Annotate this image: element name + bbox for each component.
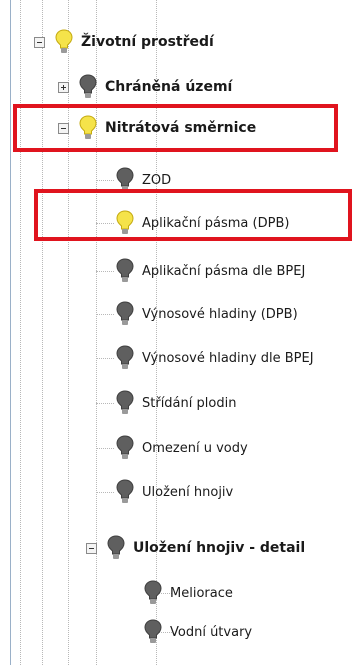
- tree-connector: [96, 448, 114, 449]
- plus-box-icon[interactable]: [58, 81, 69, 93]
- lightbulb-off-icon: [116, 390, 134, 414]
- lightbulb-off-icon: [116, 479, 134, 503]
- tree-leaf-label: Aplikační pásma dle BPEJ: [142, 263, 306, 279]
- tree-connector: [96, 492, 114, 493]
- tree-node-label: Uložení hnojiv - detail: [133, 540, 306, 556]
- tree-leaf-vynosove-hladiny-bpej[interactable]: Výnosové hladiny dle BPEJ: [116, 343, 314, 373]
- highlight-box-aplikacni-pasma: [34, 189, 352, 241]
- tree-leaf-aplikacni-pasma-bpej[interactable]: Aplikační pásma dle BPEJ: [116, 256, 305, 286]
- tree-node-zivotni-prostredi[interactable]: Životní prostředí: [34, 27, 214, 57]
- tree-guide-line: [20, 0, 21, 665]
- tree-leaf-label: Omezení u vody: [142, 440, 248, 456]
- tree-node-label: Životní prostředí: [81, 34, 214, 50]
- tree-leaf-label: Uložení hnojiv: [142, 484, 234, 500]
- tree-leaf-vynosove-hladiny-dpb[interactable]: Výnosové hladiny (DPB): [116, 299, 298, 329]
- tree-connector: [96, 358, 114, 359]
- tree-leaf-label: Výnosové hladiny dle BPEJ: [142, 350, 314, 366]
- lightbulb-off-icon: [79, 74, 97, 98]
- highlight-box-nitratova-smernice: [13, 104, 338, 152]
- tree-leaf-label: Vodní útvary: [170, 624, 253, 640]
- tree-leaf-meliorace[interactable]: Meliorace: [144, 578, 233, 608]
- lightbulb-off-icon: [116, 345, 134, 369]
- tree-leaf-label: Výnosové hladiny (DPB): [142, 306, 298, 322]
- minus-box-icon[interactable]: [34, 36, 45, 48]
- lightbulb-off-icon: [107, 535, 125, 559]
- tree-guide-line: [42, 0, 43, 665]
- lightbulb-off-icon: [116, 301, 134, 325]
- tree-leaf-omezeni-u-vody[interactable]: Omezení u vody: [116, 433, 248, 463]
- tree-connector: [96, 180, 114, 181]
- tree-node-chranena-uzemi[interactable]: Chráněná území: [58, 72, 232, 102]
- tree-leaf-label: Střídání plodin: [142, 395, 237, 411]
- lightbulb-off-icon: [116, 435, 134, 459]
- tree-leaf-label: Meliorace: [170, 585, 233, 601]
- tree-node-label: Chráněná území: [105, 79, 233, 95]
- tree-connector: [96, 314, 114, 315]
- lightbulb-off-icon: [144, 580, 162, 604]
- tree-connector: [96, 403, 114, 404]
- lightbulb-on-icon: [55, 29, 73, 53]
- lightbulb-off-icon: [144, 619, 162, 643]
- minus-box-icon[interactable]: [86, 542, 97, 554]
- tree-node-ulozeni-hnojiv-detail[interactable]: Uložení hnojiv - detail: [86, 533, 305, 563]
- tree-leaf-label: ZOD: [142, 172, 172, 188]
- tree-leaf-vodni-utvary[interactable]: Vodní útvary: [144, 617, 252, 647]
- tree-connector: [96, 271, 114, 272]
- lightbulb-off-icon: [116, 258, 134, 282]
- tree-leaf-stridani-plodin[interactable]: Střídání plodin: [116, 388, 236, 418]
- layer-tree: Životní prostředí Chráněná území Nitráto…: [0, 0, 352, 665]
- tree-leaf-ulozeni-hnojiv[interactable]: Uložení hnojiv: [116, 477, 233, 507]
- panel-border-line: [10, 0, 11, 665]
